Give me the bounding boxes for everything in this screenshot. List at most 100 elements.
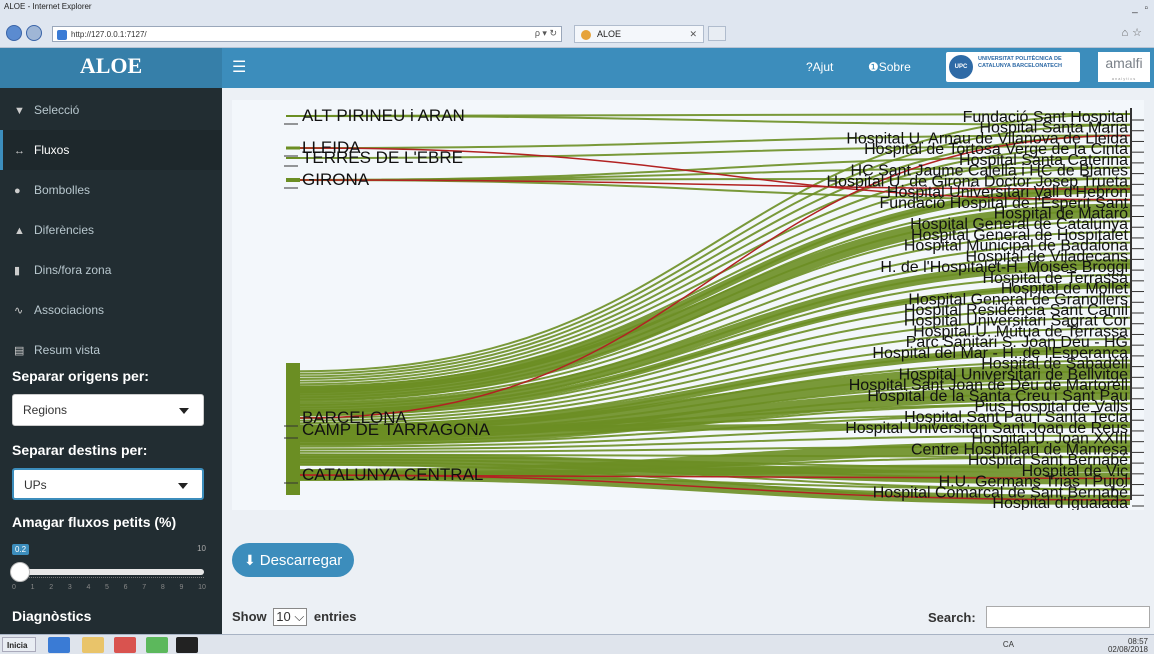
browser-tab[interactable]: ALOE ✕ [574,25,704,43]
hide-flows-slider[interactable]: 0.2 10 0 1 2 3 4 5 6 7 8 9 10 [10,544,206,596]
main-content: ALT PIRINEU i ARAN LLEIDA TERRES DE L'EBRE… [222,88,1154,634]
source-label: CAMP DE TARRAGONA [302,420,491,439]
slider-tick-label: 6 [123,584,128,591]
dest-select[interactable]: UPs [12,468,204,500]
address-text: http://127.0.0.1:7127/ [71,30,147,39]
slider-tick-label: 2 [49,584,54,591]
slider-tick-labels: 0 1 2 3 4 5 6 7 8 9 10 [12,584,206,591]
sidebar-item-label: Diferències [34,223,95,237]
amalfi-logo-sub: analytics [1111,76,1137,81]
dest-value: UPs [24,478,47,492]
top-navbar: ☰ ?Ajut ❶Sobre UPC UNIVERSITAT POLITÈCNI… [222,48,1154,88]
address-bar[interactable]: http://127.0.0.1:7127/ ρ ▾ ↻ [52,26,562,42]
about-link[interactable]: ❶Sobre [868,60,911,74]
sidebar-item-label: Selecció [34,103,80,117]
target-node-column [1130,108,1132,500]
origins-label: Separar origens per: [12,368,149,384]
search-label: Search: [928,610,976,625]
diagnostics-label: Diagnòstics [12,608,92,624]
slider-tick-label: 0 [12,584,16,591]
target-label: Hospital d'Igualada [992,495,1128,510]
slider-ticks [14,577,204,581]
close-icon[interactable]: ✕ [689,29,697,40]
source-label: GIRONA [302,170,370,189]
tab-title: ALOE [597,29,622,39]
entries-value: 10 [276,609,291,624]
menu-toggle-icon[interactable]: ☰ [232,57,246,77]
back-icon[interactable] [6,25,22,41]
sankey-svg: ALT PIRINEU i ARANLLEIDATERRES DE L'EBRE… [232,100,1144,512]
link-icon: ∿ [14,305,24,317]
window-controls[interactable]: _ ▫ [1132,3,1150,14]
window-title: ALOE - Internet Explorer [4,2,92,11]
origins-value: Regions [23,403,68,417]
source-node [286,455,300,495]
app-taskbar-icon[interactable] [146,637,168,653]
caret-down-icon [179,408,189,414]
sidebar-item-label: Dins/fora zona [34,263,112,277]
address-controls[interactable]: ρ ▾ ↻ [535,28,557,39]
sidebar-item-resum[interactable]: ▤ Resum vista [0,338,222,362]
slider-max-label: 10 [197,544,206,553]
sidebar-item-dins-fora[interactable]: ▮ Dins/fora zona [0,250,222,290]
tray-clock[interactable]: 08:57 02/08/2018 [1108,638,1148,654]
slider-tick-label: 1 [30,584,35,591]
bar-chart-icon: ▮ [14,265,21,277]
slider-tick-label: 4 [86,584,91,591]
sidebar: ALOE ▼ Selecció ↔ Fluxos ● Bombolles ▲ Difer… [0,48,222,634]
show-label: Show [232,609,267,624]
table-icon: ▤ [14,345,25,357]
sidebar-item-label: Resum vista [34,343,101,357]
new-tab-button[interactable] [708,26,726,41]
slider-value-badge: 0.2 [12,544,30,555]
filter-icon: ▼ [14,105,25,117]
slider-tick-label: 3 [67,584,72,591]
source-label: CATALUNYA CENTRAL [302,465,483,484]
source-node [286,115,300,117]
show-entries: Show 10 ⌵ entries [232,608,357,626]
sidebar-item-diferencies[interactable]: ▲ Diferències [0,210,222,250]
home-star-icons[interactable]: ⌂☆ [1121,26,1146,39]
dest-label: Separar destins per: [12,442,148,458]
hide-flows-label: Amagar fluxos petits (%) [12,514,177,530]
tray-date: 02/08/2018 [1107,645,1148,654]
source-node [286,178,300,182]
slider-tick-label: 10 [198,584,206,591]
arrows-icon: ↔ [14,145,25,157]
sidebar-item-label: Bombolles [34,183,91,197]
circle-icon: ● [14,185,21,197]
search-input[interactable] [986,606,1150,628]
sidebar-item-fluxos[interactable]: ↔ Fluxos [0,130,222,170]
ie-taskbar-icon[interactable] [48,637,70,653]
media-taskbar-icon[interactable] [114,637,136,653]
slider-handle[interactable] [10,562,30,582]
area-chart-icon: ▲ [14,225,25,237]
terminal-taskbar-icon[interactable] [176,637,198,653]
entries-select[interactable]: 10 ⌵ [273,608,308,626]
download-label: Descarregar [259,552,343,569]
download-button[interactable]: ⬇ Descarregar [232,543,355,577]
sidebar-item-associacions[interactable]: ∿ Associacions [0,290,222,330]
slider-track[interactable] [14,569,204,575]
tray-language[interactable]: CA [1003,640,1014,649]
upc-logo[interactable]: UPC UNIVERSITAT POLITÈCNICA DE CATALUNYA… [946,52,1080,82]
explorer-taskbar-icon[interactable] [82,637,104,653]
sidebar-item-seleccio[interactable]: ▼ Selecció [0,90,222,130]
source-node [286,146,300,150]
entries-label: entries [313,609,357,624]
amalfi-logo[interactable]: amalfi analytics [1098,52,1150,82]
source-node [286,428,300,432]
sidebar-item-bombolles[interactable]: ● Bombolles [0,170,222,210]
source-node [286,157,300,159]
page-icon [57,30,67,40]
sidebar-item-label: Fluxos [34,143,70,157]
amalfi-logo-text: amalfi [1105,55,1143,71]
brand-logo[interactable]: ALOE [0,48,222,88]
upc-logo-text: UNIVERSITAT POLITÈCNICA DE CATALUNYA BAR… [978,56,1062,69]
start-button[interactable]: Inicia [2,637,36,652]
help-link[interactable]: ?Ajut [806,60,833,74]
slider-tick-label: 8 [160,584,165,591]
forward-icon[interactable] [26,25,42,41]
windows-taskbar: Inicia CA 08:57 02/08/2018 [0,634,1154,654]
origins-select[interactable]: Regions [12,394,204,426]
